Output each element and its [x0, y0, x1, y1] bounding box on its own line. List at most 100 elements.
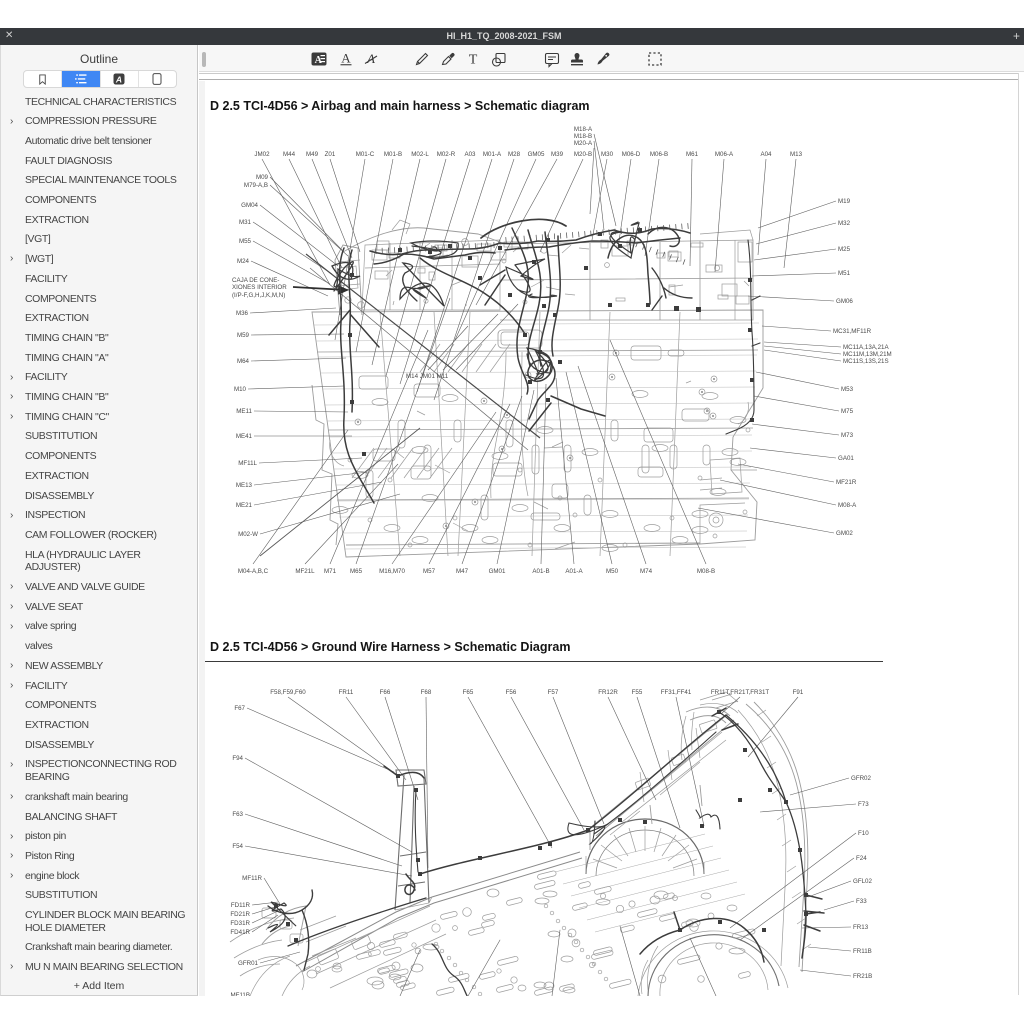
- svg-text:M24: M24: [237, 258, 250, 265]
- svg-text:GA01: GA01: [838, 455, 854, 462]
- svg-text:M61: M61: [686, 151, 699, 158]
- svg-text:M06-A: M06-A: [715, 151, 734, 158]
- svg-text:FR11T,FR21T,FR31T: FR11T,FR21T,FR31T: [711, 689, 770, 696]
- svg-text:FR11B: FR11B: [853, 948, 872, 955]
- svg-text:M14 JM01 M11: M14 JM01 M11: [406, 373, 449, 380]
- svg-text:MF11R: MF11R: [242, 875, 262, 882]
- svg-text:FR21B: FR21B: [853, 973, 872, 980]
- svg-text:M16,M70: M16,M70: [379, 568, 405, 575]
- svg-text:F57: F57: [548, 689, 559, 696]
- svg-text:ME13: ME13: [236, 482, 253, 489]
- svg-text:MF11L: MF11L: [238, 460, 257, 467]
- svg-text:Z01: Z01: [325, 151, 336, 158]
- svg-text:M01-B: M01-B: [384, 151, 402, 158]
- svg-text:FR12R: FR12R: [598, 689, 618, 696]
- svg-text:M55: M55: [239, 238, 252, 245]
- svg-text:M31: M31: [239, 219, 252, 226]
- svg-text:GM02: GM02: [836, 530, 853, 537]
- svg-text:M01-C: M01-C: [356, 151, 375, 158]
- svg-text:F63: F63: [232, 811, 243, 818]
- svg-text:M36: M36: [236, 310, 249, 317]
- svg-text:F24: F24: [856, 855, 867, 862]
- svg-text:M65: M65: [350, 568, 363, 575]
- svg-text:A04: A04: [760, 151, 772, 158]
- svg-text:M57: M57: [423, 568, 436, 575]
- svg-text:MC11M,13M,21M: MC11M,13M,21M: [843, 351, 892, 358]
- svg-text:M32: M32: [838, 220, 851, 227]
- svg-text:F67: F67: [234, 705, 245, 712]
- svg-text:M18-B: M18-B: [574, 133, 592, 140]
- svg-text:M13: M13: [790, 151, 803, 158]
- svg-text:M04-A,B,C: M04-A,B,C: [238, 568, 269, 575]
- svg-text:M06-D: M06-D: [622, 151, 641, 158]
- svg-text:FR13: FR13: [853, 924, 869, 931]
- svg-text:F54: F54: [232, 843, 243, 850]
- svg-text:A01-B: A01-B: [532, 568, 549, 575]
- svg-text:M02-W: M02-W: [238, 531, 258, 538]
- svg-text:F58,F59,F60: F58,F59,F60: [270, 689, 306, 696]
- svg-text:M64: M64: [237, 358, 250, 365]
- svg-text:MC11A,13A,21A: MC11A,13A,21A: [843, 344, 890, 351]
- svg-text:GM01: GM01: [489, 568, 506, 575]
- svg-text:FR11: FR11: [339, 689, 354, 696]
- svg-text:F91: F91: [793, 689, 804, 696]
- svg-text:M09: M09: [256, 174, 269, 181]
- svg-text:FD41R: FD41R: [230, 929, 250, 936]
- svg-text:M20-B: M20-B: [574, 151, 592, 158]
- svg-text:T: T: [469, 53, 478, 68]
- svg-text:CAJA DE CONE-: CAJA DE CONE-: [232, 277, 279, 284]
- svg-text:M25: M25: [838, 246, 851, 253]
- svg-text:ME11: ME11: [236, 408, 252, 415]
- svg-text:GM06: GM06: [836, 298, 853, 305]
- svg-text:M75: M75: [841, 408, 854, 415]
- svg-text:M06-B: M06-B: [650, 151, 668, 158]
- svg-text:GM05: GM05: [528, 151, 545, 158]
- svg-text:F65: F65: [463, 689, 474, 696]
- svg-text:A03: A03: [464, 151, 476, 158]
- svg-text:M79-A,B: M79-A,B: [244, 182, 268, 189]
- svg-text:M73: M73: [841, 432, 854, 439]
- svg-text:F73: F73: [858, 801, 869, 808]
- svg-text:M19: M19: [838, 198, 851, 205]
- svg-text:A01-A: A01-A: [565, 568, 583, 575]
- svg-text:M08-B: M08-B: [697, 568, 715, 575]
- svg-text:M01-A: M01-A: [483, 151, 502, 158]
- svg-text:ME21: ME21: [236, 502, 253, 509]
- svg-text:M47: M47: [456, 568, 469, 575]
- svg-text:F56: F56: [506, 689, 517, 696]
- svg-text:A: A: [315, 55, 323, 66]
- svg-text:M49: M49: [306, 151, 319, 158]
- svg-text:(I/P-F,G,H,J,K,M,N): (I/P-F,G,H,J,K,M,N): [232, 292, 285, 299]
- svg-text:F94: F94: [232, 755, 243, 762]
- svg-text:M20-A: M20-A: [574, 140, 593, 147]
- svg-text:M71: M71: [324, 568, 337, 575]
- svg-text:M18-A: M18-A: [574, 126, 593, 133]
- svg-text:M50: M50: [606, 568, 619, 575]
- svg-text:ME41: ME41: [236, 433, 253, 440]
- svg-text:FD21R: FD21R: [230, 911, 250, 918]
- svg-text:GFR02: GFR02: [851, 775, 872, 782]
- svg-text:F66: F66: [380, 689, 391, 696]
- svg-text:M39: M39: [551, 151, 564, 158]
- svg-text:GFR01: GFR01: [238, 960, 259, 967]
- svg-text:MC11S,13S,21S: MC11S,13S,21S: [843, 358, 889, 365]
- svg-text:F10: F10: [858, 830, 869, 837]
- svg-text:MF21R: MF21R: [836, 479, 857, 486]
- svg-text:JM02: JM02: [254, 151, 270, 158]
- svg-text:GFL02: GFL02: [853, 878, 872, 885]
- svg-text:FD31R: FD31R: [230, 920, 250, 927]
- svg-text:M51: M51: [838, 270, 851, 277]
- svg-text:M28: M28: [508, 151, 521, 158]
- svg-text:F33: F33: [856, 898, 867, 905]
- svg-text:GM04: GM04: [241, 202, 258, 209]
- svg-text:A: A: [341, 51, 351, 66]
- svg-text:F68: F68: [421, 689, 432, 696]
- svg-text:M44: M44: [283, 151, 296, 158]
- svg-text:M08-A: M08-A: [838, 502, 857, 509]
- svg-text:M74: M74: [640, 568, 653, 575]
- svg-text:M02-R: M02-R: [437, 151, 456, 158]
- svg-text:FD11R: FD11R: [231, 902, 251, 909]
- svg-text:FF31,FF41: FF31,FF41: [661, 689, 692, 696]
- svg-text:XIONES INTERIOR: XIONES INTERIOR: [232, 284, 287, 291]
- svg-text:F55: F55: [632, 689, 643, 696]
